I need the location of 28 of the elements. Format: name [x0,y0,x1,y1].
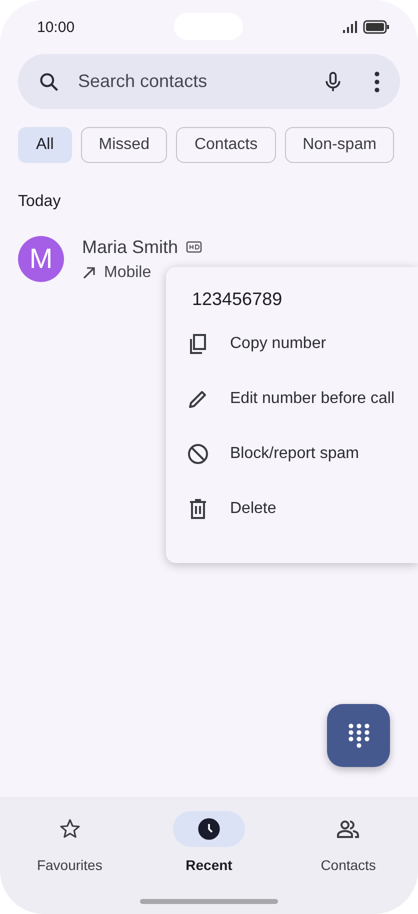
call-type: Mobile [104,264,152,282]
menu-item[interactable]: Edit number before call [166,371,418,426]
phone-number: 123456789 [192,289,284,310]
more-options-icon[interactable] [374,70,380,92]
menu-item[interactable]: Delete [166,481,418,536]
filter-chip[interactable]: Missed [80,127,168,163]
nav-tab[interactable]: Favourites [10,811,130,914]
nav-tab[interactable]: Contacts [288,811,408,914]
search-field[interactable]: Search contacts [76,70,322,93]
star-icon [58,817,82,841]
status-time: 10:00 [37,18,75,36]
filter-chip[interactable]: Non-spam [284,127,394,163]
filter-chip[interactable]: Contacts [176,127,276,163]
clock-icon [196,817,221,841]
menu-item[interactable]: Block/report spam [166,426,418,481]
block-icon [186,442,210,466]
dialpad-icon [348,722,370,748]
search-bar[interactable]: Search contacts [18,54,400,109]
menu-item[interactable]: Copy number [166,316,418,371]
battery-icon [363,20,390,34]
outgoing-arrow-icon [82,266,96,280]
dialpad-button[interactable] [327,704,390,767]
filter-chip[interactable]: All [18,127,72,163]
contact-avatar: M [18,236,64,282]
signal-icon [343,21,358,33]
section-header: Today [18,193,62,211]
contact-name: Maria Smith [82,236,178,258]
search-icon [38,70,60,92]
